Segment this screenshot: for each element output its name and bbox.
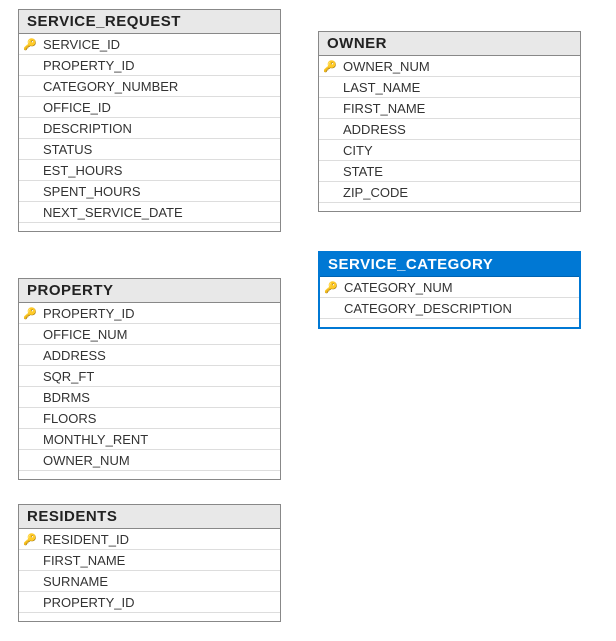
table-header: RESIDENTS [19,505,280,529]
key-icon: 🔑 [319,60,341,73]
table-row[interactable]: EST_HOURS [19,160,280,181]
column-name: CATEGORY_NUMBER [41,79,280,94]
table-header: PROPERTY [19,279,280,303]
table-row[interactable]: STATUS [19,139,280,160]
table-row[interactable]: BDRMS [19,387,280,408]
column-name: CATEGORY_DESCRIPTION [342,301,579,316]
table-row[interactable]: ADDRESS [19,345,280,366]
column-name: OWNER_NUM [341,59,580,74]
table-row[interactable]: 🔑PROPERTY_ID [19,303,280,324]
column-name: OWNER_NUM [41,453,280,468]
table-row[interactable]: FIRST_NAME [19,550,280,571]
column-name: OFFICE_ID [41,100,280,115]
table-row[interactable]: DESCRIPTION [19,118,280,139]
table-row[interactable]: MONTHLY_RENT [19,429,280,450]
table-row[interactable]: SQR_FT [19,366,280,387]
column-name: PROPERTY_ID [41,306,280,321]
column-name: BDRMS [41,390,280,405]
table-owner[interactable]: OWNER 🔑OWNER_NUM LAST_NAME FIRST_NAME AD… [318,31,581,212]
table-row[interactable]: 🔑CATEGORY_NUM [320,277,579,298]
column-name: FLOORS [41,411,280,426]
table-service-request[interactable]: SERVICE_REQUEST 🔑SERVICE_ID PROPERTY_ID … [18,9,281,232]
table-row[interactable]: 🔑SERVICE_ID [19,34,280,55]
table-row[interactable]: STATE [319,161,580,182]
table-residents[interactable]: RESIDENTS 🔑RESIDENT_ID FIRST_NAME SURNAM… [18,504,281,622]
column-name: DESCRIPTION [41,121,280,136]
column-name: EST_HOURS [41,163,280,178]
table-property[interactable]: PROPERTY 🔑PROPERTY_ID OFFICE_NUM ADDRESS… [18,278,281,480]
table-row[interactable]: CATEGORY_NUMBER [19,76,280,97]
table-row[interactable]: CATEGORY_DESCRIPTION [320,298,579,319]
column-name: ZIP_CODE [341,185,580,200]
key-icon: 🔑 [19,533,41,546]
column-name: FIRST_NAME [41,553,280,568]
table-header: SERVICE_CATEGORY [320,253,579,277]
table-row[interactable]: SURNAME [19,571,280,592]
column-name: PROPERTY_ID [41,595,280,610]
key-icon: 🔑 [19,307,41,320]
column-name: SQR_FT [41,369,280,384]
table-row[interactable]: CITY [319,140,580,161]
table-row[interactable]: OWNER_NUM [19,450,280,471]
table-row[interactable]: 🔑OWNER_NUM [319,56,580,77]
table-row[interactable]: FLOORS [19,408,280,429]
column-name: ADDRESS [341,122,580,137]
table-row[interactable]: ZIP_CODE [319,182,580,203]
column-name: PROPERTY_ID [41,58,280,73]
column-name: NEXT_SERVICE_DATE [41,205,280,220]
column-name: MONTHLY_RENT [41,432,280,447]
table-service-category[interactable]: SERVICE_CATEGORY 🔑CATEGORY_NUM CATEGORY_… [318,251,581,329]
table-row[interactable]: OFFICE_ID [19,97,280,118]
table-row[interactable]: NEXT_SERVICE_DATE [19,202,280,223]
key-icon: 🔑 [320,281,342,294]
table-row[interactable]: 🔑RESIDENT_ID [19,529,280,550]
table-row[interactable]: LAST_NAME [319,77,580,98]
table-row[interactable]: FIRST_NAME [319,98,580,119]
column-name: STATE [341,164,580,179]
key-icon: 🔑 [19,38,41,51]
column-name: CATEGORY_NUM [342,280,579,295]
column-name: STATUS [41,142,280,157]
table-row[interactable]: ADDRESS [319,119,580,140]
column-name: LAST_NAME [341,80,580,95]
column-name: SERVICE_ID [41,37,280,52]
column-name: SURNAME [41,574,280,589]
column-name: ADDRESS [41,348,280,363]
table-header: OWNER [319,32,580,56]
table-row[interactable]: OFFICE_NUM [19,324,280,345]
column-name: SPENT_HOURS [41,184,280,199]
column-name: FIRST_NAME [341,101,580,116]
table-row[interactable]: PROPERTY_ID [19,592,280,613]
table-row[interactable]: SPENT_HOURS [19,181,280,202]
column-name: RESIDENT_ID [41,532,280,547]
table-row[interactable]: PROPERTY_ID [19,55,280,76]
table-header: SERVICE_REQUEST [19,10,280,34]
column-name: OFFICE_NUM [41,327,280,342]
column-name: CITY [341,143,580,158]
